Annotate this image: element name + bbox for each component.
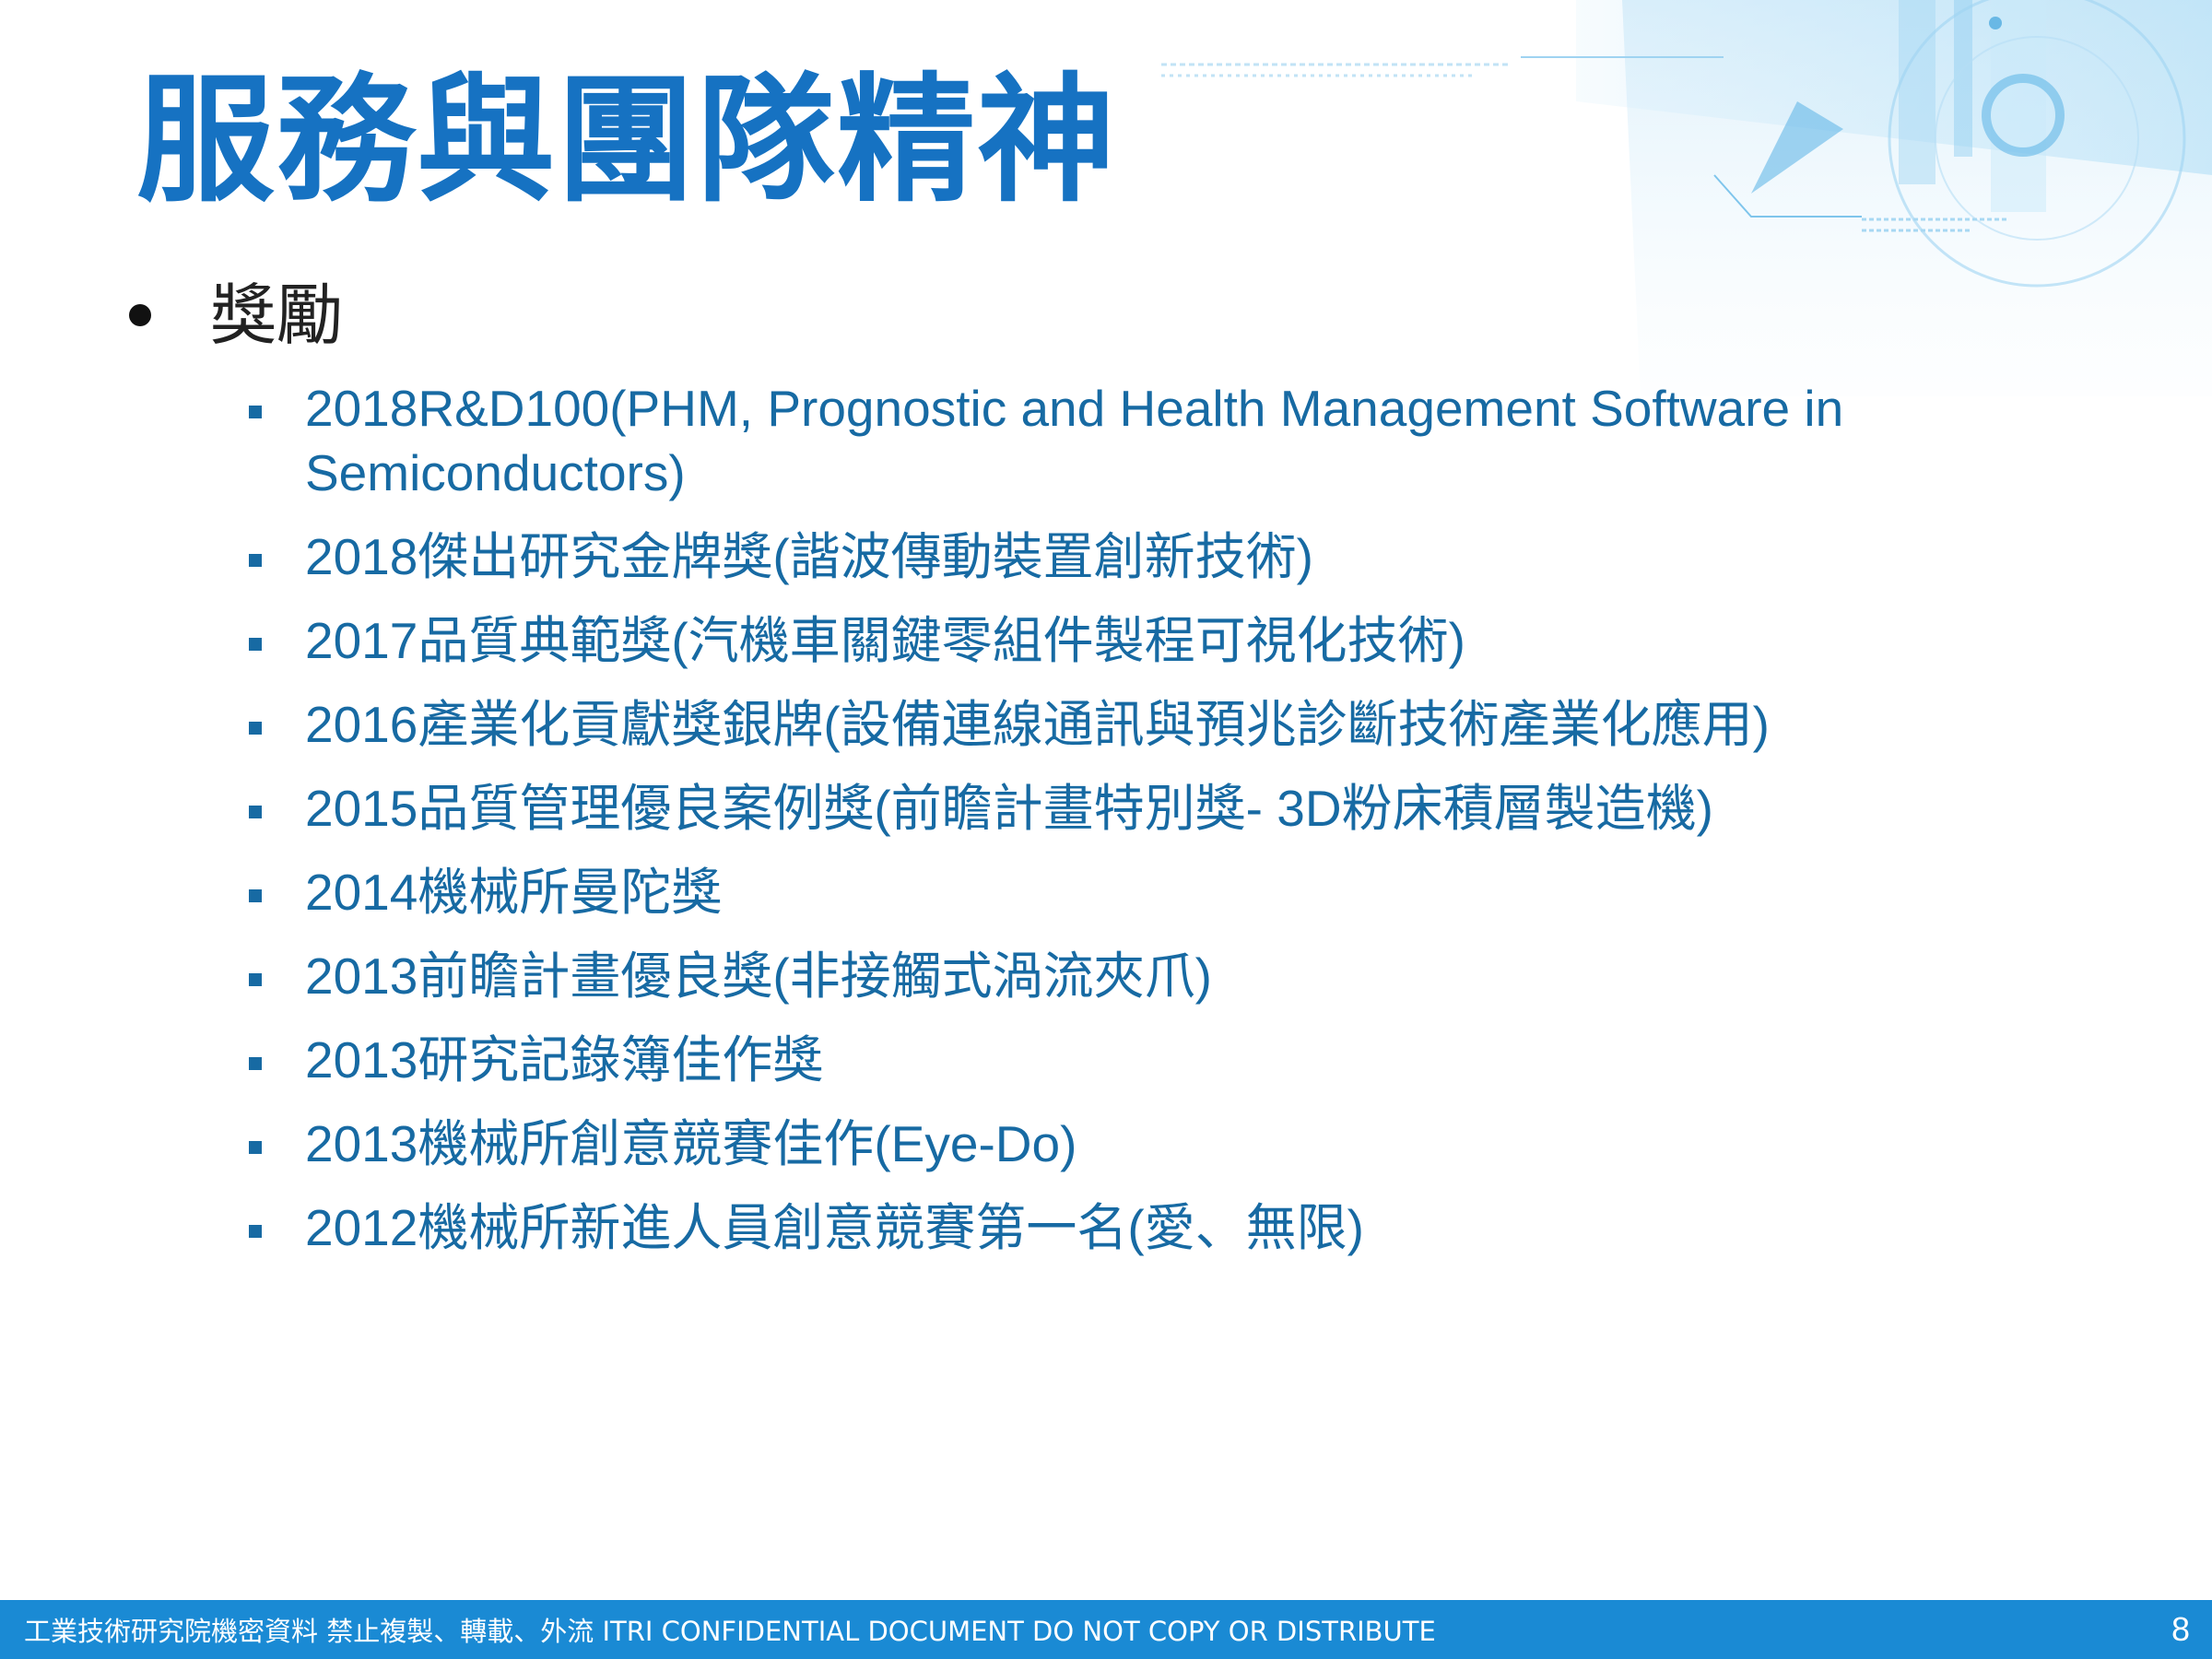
award-text: 2016產業化貢獻獎銀牌(設備連線通訊與預兆診斷技術產業化應用) [305,696,1770,753]
award-item: 2013研究記錄簿佳作獎 [247,1028,2090,1092]
slide: 服務與團隊精神 獎勵 2018R&D100(PHM, Prognostic an… [0,0,2212,1659]
square-bullet-icon [249,889,262,902]
award-text: 2013機械所創意競賽佳作(Eye-Do) [305,1115,1077,1172]
award-text: 2014機械所曼陀獎 [305,864,723,921]
confidential-notice: 工業技術研究院機密資料 禁止複製、轉載、外流 ITRI CONFIDENTIAL… [24,1616,1436,1647]
award-text: 2018R&D100(PHM, Prognostic and Health Ma… [305,380,1844,501]
award-item: 2015品質管理優良案例獎(前瞻計畫特別獎- 3D粉床積層製造機) [247,776,2090,841]
award-text: 2012機械所新進人員創意競賽第一名(愛、無限) [305,1199,1364,1256]
award-item: 2013機械所創意競賽佳作(Eye-Do) [247,1112,2090,1176]
square-bullet-icon [249,1057,262,1070]
award-text: 2013前瞻計畫優良獎(非接觸式渦流夾爪) [305,947,1212,1005]
footer-bar: 工業技術研究院機密資料 禁止複製、轉載、外流 ITRI CONFIDENTIAL… [0,1600,2212,1659]
bullet-awards: 獎勵 [129,269,343,361]
square-bullet-icon [249,1141,262,1154]
award-text: 2017品質典範獎(汽機車關鍵零組件製程可視化技術) [305,612,1465,669]
square-bullet-icon [249,554,262,567]
award-text: 2013研究記錄簿佳作獎 [305,1031,824,1088]
award-text: 2015品質管理優良案例獎(前瞻計畫特別獎- 3D粉床積層製造機) [305,780,1713,837]
tech-background-graphic [1161,0,2212,396]
bullet-label: 獎勵 [210,276,344,354]
award-text: 2018傑出研究金牌獎(諧波傳動裝置創新技術) [305,528,1313,585]
award-item: 2018傑出研究金牌獎(諧波傳動裝置創新技術) [247,524,2090,589]
award-item: 2017品質典範獎(汽機車關鍵零組件製程可視化技術) [247,608,2090,673]
award-item: 2014機械所曼陀獎 [247,860,2090,924]
page-number: 8 [2171,1610,2190,1648]
bullet-dot-icon [129,304,151,326]
slide-title: 服務與團隊精神 [136,61,1118,221]
square-bullet-icon [249,638,262,651]
square-bullet-icon [249,973,262,986]
square-bullet-icon [249,806,262,818]
square-bullet-icon [249,722,262,735]
square-bullet-icon [249,406,262,418]
square-bullet-icon [249,1225,262,1238]
award-item: 2013前瞻計畫優良獎(非接觸式渦流夾爪) [247,944,2090,1008]
award-item: 2012機械所新進人員創意競賽第一名(愛、無限) [247,1195,2090,1260]
award-item: 2016產業化貢獻獎銀牌(設備連線通訊與預兆診斷技術產業化應用) [247,692,2090,757]
award-list: 2018R&D100(PHM, Prognostic and Health Ma… [247,376,2090,1279]
award-item: 2018R&D100(PHM, Prognostic and Health Ma… [247,376,2090,505]
